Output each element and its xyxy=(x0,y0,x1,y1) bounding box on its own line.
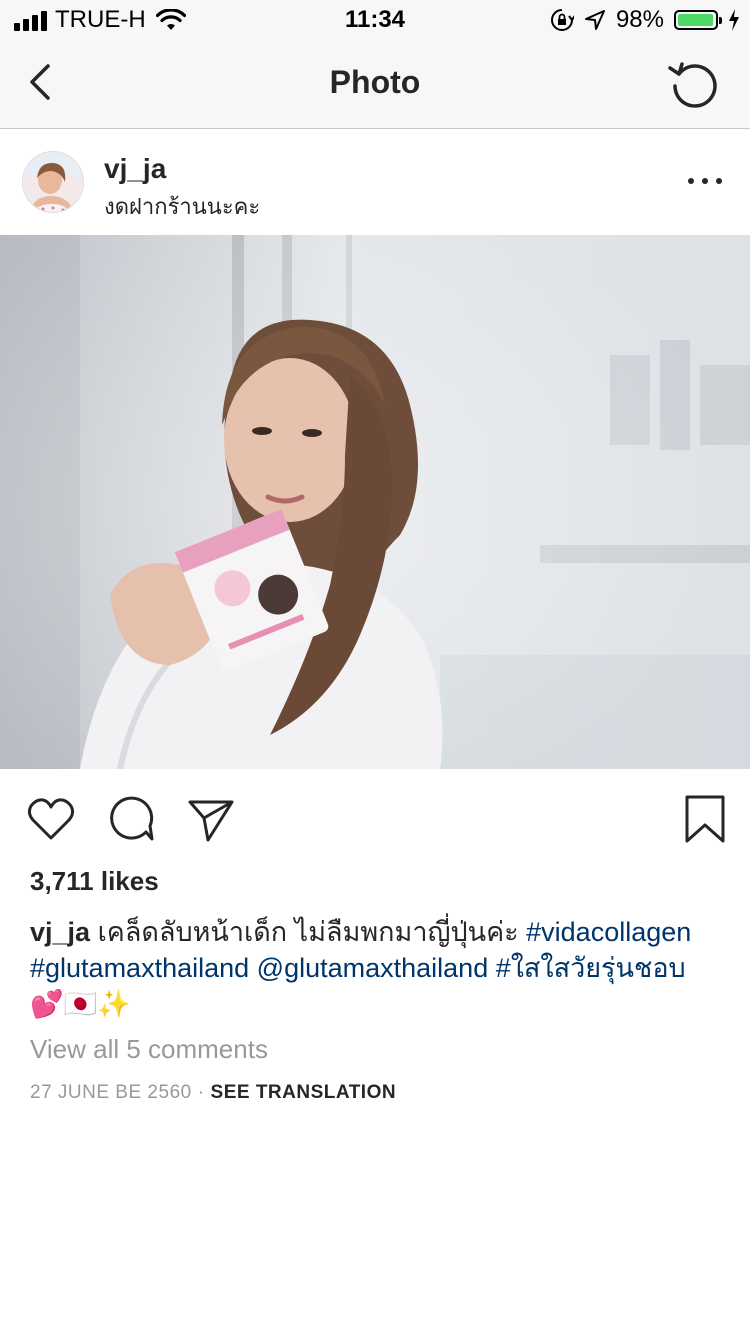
comment-icon[interactable] xyxy=(106,794,156,844)
hashtag-link[interactable]: #ใสใสวัยรุ่นชอบ xyxy=(496,953,686,983)
likes-count[interactable]: 3,711 likes xyxy=(30,866,159,897)
page-title: Photo xyxy=(329,64,421,100)
bookmark-icon[interactable] xyxy=(680,794,730,844)
battery-icon xyxy=(674,10,722,30)
post-header: vj_ja งดฝากร้านนะคะ xyxy=(0,129,750,235)
post-username[interactable]: vj_ja xyxy=(104,153,166,185)
caption-text: เคล็ดลับหน้าเด็ก ไม่ลืมพกมาญี่ปุ่นค่ะ xyxy=(97,917,527,947)
post-meta: 27 JUNE BE 2560 · SEE TRANSLATION xyxy=(30,1082,396,1104)
post-actions xyxy=(0,770,750,860)
hashtag-link[interactable]: #vidacollagen xyxy=(526,917,691,947)
post-caption: vj_ja เคล็ดลับหน้าเด็ก ไม่ลืมพกมาญี่ปุ่น… xyxy=(30,914,720,1022)
more-options-icon[interactable] xyxy=(688,175,722,187)
hashtag-link[interactable]: #glutamaxthailand xyxy=(30,953,249,983)
see-translation-link[interactable]: SEE TRANSLATION xyxy=(211,1082,397,1103)
caption-username[interactable]: vj_ja xyxy=(30,917,90,947)
avatar[interactable] xyxy=(22,151,84,213)
battery-percentage: 98% xyxy=(615,6,664,33)
battery-level-fill xyxy=(678,14,714,26)
view-comments-link[interactable]: View all 5 comments xyxy=(30,1034,268,1065)
heart-icon[interactable] xyxy=(26,794,76,844)
charging-bolt-icon xyxy=(729,9,739,31)
status-bar: TRUE-H 11:34 98% xyxy=(0,0,750,40)
caption-emojis: 💕🇯🇵✨ xyxy=(30,989,131,1019)
location-arrow-icon xyxy=(584,10,605,30)
navigation-bar: Photo xyxy=(0,40,750,129)
orientation-lock-icon xyxy=(550,9,574,31)
post-date: 27 JUNE BE 2560 xyxy=(30,1082,192,1103)
post-location[interactable]: งดฝากร้านนะคะ xyxy=(104,189,260,224)
mention-link[interactable]: @glutamaxthailand xyxy=(257,953,489,983)
separator-dot: · xyxy=(197,1082,205,1103)
post-photo[interactable] xyxy=(0,235,750,769)
share-icon[interactable] xyxy=(186,794,236,844)
refresh-icon[interactable] xyxy=(666,56,722,112)
